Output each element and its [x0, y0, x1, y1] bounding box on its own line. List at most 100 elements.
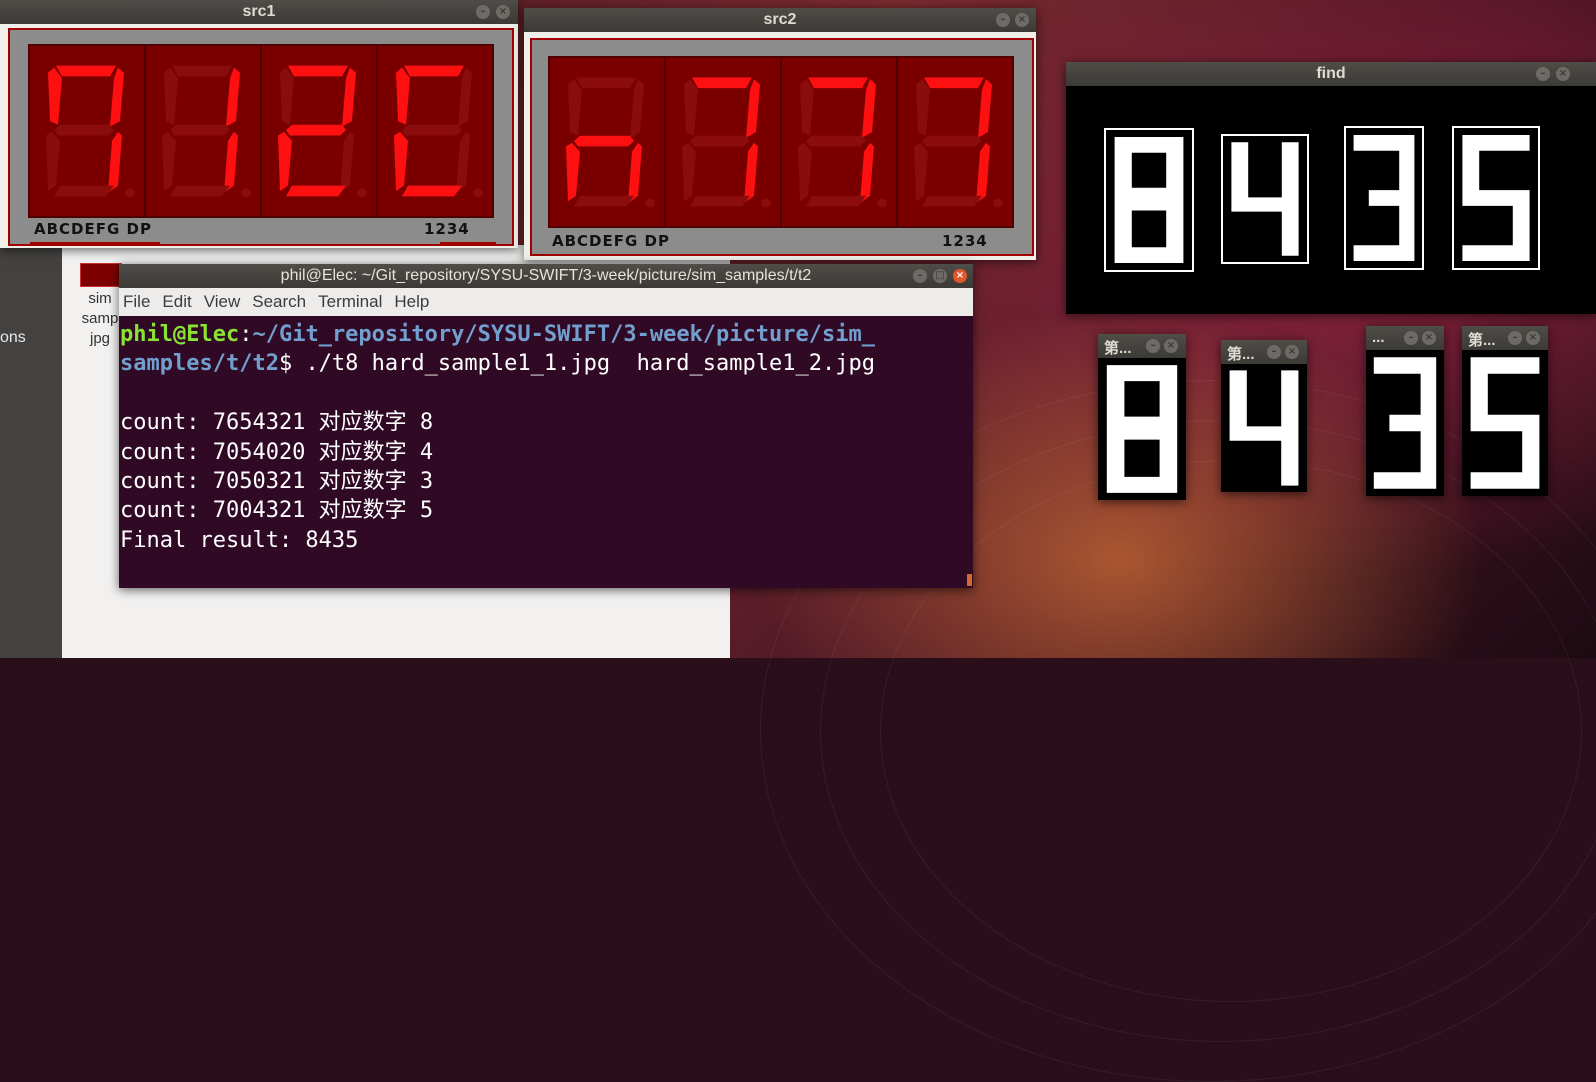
segment-f	[48, 67, 62, 125]
segment-e	[798, 142, 812, 202]
prompt-path: ~/Git_repository/SYSU-SWIFT/3-week/pictu…	[252, 322, 875, 347]
menu-file[interactable]: File	[123, 292, 150, 312]
file-thumbnail[interactable]	[80, 263, 122, 287]
digit-panel	[28, 44, 494, 218]
close-button[interactable]: ×	[1422, 331, 1436, 345]
terminal-output[interactable]: phil@Elec:~/Git_repository/SYSU-SWIFT/3-…	[120, 320, 973, 588]
segment-f	[396, 67, 410, 125]
command-text: $ ./t8 hard_sample1_1.jpg hard_sample1_2…	[278, 351, 875, 377]
binary-digit	[1229, 370, 1299, 486]
segment-f	[568, 79, 582, 136]
digit-stroke	[1353, 135, 1415, 261]
binary-digit	[1373, 357, 1437, 489]
segment-e	[914, 142, 928, 202]
segment-c	[456, 131, 470, 193]
maximize-button[interactable]: □	[933, 269, 947, 283]
digit-window-titlebar[interactable]: 第... – ×	[1462, 326, 1548, 350]
close-button[interactable]: ×	[1556, 67, 1570, 81]
segment-c	[744, 142, 758, 204]
close-button[interactable]: ×	[1526, 331, 1540, 345]
src2-titlebar[interactable]: src2 – ×	[524, 8, 1036, 32]
segment-c	[628, 142, 642, 204]
output-line: Final result: 8435	[120, 527, 359, 553]
prompt-path: samples/t/t2	[120, 351, 279, 377]
sidebar-item-label[interactable]: ons	[0, 329, 26, 347]
terminal-menubar: File Edit View Search Terminal Help	[119, 288, 973, 316]
binary-digit	[1353, 135, 1415, 261]
menu-help[interactable]: Help	[394, 292, 429, 312]
src1-titlebar[interactable]: src1 – ×	[0, 0, 518, 24]
segment-b	[862, 79, 876, 138]
digit-stroke	[1124, 439, 1160, 477]
digit-window: 第... – ×	[1462, 326, 1548, 496]
close-button[interactable]: ×	[496, 5, 510, 19]
segment-g	[286, 124, 346, 136]
segment-g	[806, 135, 866, 147]
window-title: phil@Elec: ~/Git_repository/SYSU-SWIFT/3…	[280, 267, 812, 284]
minimize-button[interactable]: –	[996, 13, 1010, 27]
segment-e	[278, 131, 292, 191]
digit-window-titlebar[interactable]: 第... – ×	[1098, 334, 1186, 358]
decimal-point	[125, 188, 135, 198]
scrollbar-indicator[interactable]	[967, 574, 972, 586]
segment-digit-graphic	[162, 65, 251, 198]
segment-b	[110, 67, 124, 127]
minimize-button[interactable]: –	[476, 5, 490, 19]
digit-window-titlebar[interactable]: 第... – ×	[1221, 340, 1307, 364]
digit-stroke	[1462, 135, 1530, 261]
segment-d	[402, 185, 462, 197]
segment-digit	[378, 46, 492, 216]
digit-stroke	[1229, 370, 1299, 486]
minimize-button[interactable]: –	[1404, 331, 1418, 345]
digit-numbers: 1234	[942, 232, 988, 250]
segment-digit	[898, 58, 1012, 226]
digit-stroke	[1131, 152, 1167, 188]
digit-stroke	[1470, 357, 1540, 489]
digit-numbers: 1234	[424, 220, 470, 238]
binary-digit	[1231, 142, 1299, 256]
decimal-point	[877, 198, 887, 208]
segment-d	[286, 185, 346, 197]
segment-c	[224, 131, 238, 193]
minimize-button[interactable]: –	[1146, 339, 1160, 353]
minimize-button[interactable]: –	[1536, 67, 1550, 81]
digit-stroke	[1124, 381, 1160, 417]
segment-f	[164, 67, 178, 125]
menu-view[interactable]: View	[204, 292, 241, 312]
digit-bounding-box	[1452, 126, 1540, 270]
segment-digit	[666, 58, 782, 226]
find-titlebar[interactable]: find – ×	[1066, 62, 1596, 86]
menu-search[interactable]: Search	[252, 292, 306, 312]
segment-d	[806, 195, 866, 207]
segment-d	[574, 195, 634, 207]
close-button[interactable]: ×	[1015, 13, 1029, 27]
digit-window: 第... – ×	[1221, 340, 1307, 492]
menu-terminal[interactable]: Terminal	[318, 292, 382, 312]
pin-connectors	[440, 242, 496, 252]
seven-segment-display: ABCDEFG DP 1234	[530, 38, 1034, 256]
segment-digit-graphic	[278, 65, 367, 198]
binary-digit	[1462, 135, 1530, 261]
segment-digit-graphic	[394, 65, 483, 198]
close-button[interactable]: ×	[1164, 339, 1178, 353]
segment-d	[690, 195, 750, 207]
segment-c	[976, 142, 990, 204]
segment-c	[860, 142, 874, 204]
digit-window-titlebar[interactable]: ... – ×	[1366, 326, 1444, 350]
menu-edit[interactable]: Edit	[162, 292, 191, 312]
segment-digit-graphic	[46, 65, 135, 198]
close-button[interactable]: ×	[1285, 345, 1299, 359]
window-title: src2	[763, 11, 797, 28]
minimize-button[interactable]: –	[1267, 345, 1281, 359]
digit-stroke	[1231, 142, 1299, 256]
minimize-button[interactable]: –	[1508, 331, 1522, 345]
minimize-button[interactable]: –	[913, 269, 927, 283]
find-canvas	[1066, 86, 1596, 314]
segment-digit	[782, 58, 898, 226]
window-title: src1	[242, 3, 276, 20]
segment-a	[576, 77, 636, 89]
decimal-point	[473, 188, 483, 198]
close-button[interactable]: ×	[953, 269, 967, 283]
terminal-titlebar[interactable]: phil@Elec: ~/Git_repository/SYSU-SWIFT/3…	[119, 264, 973, 288]
